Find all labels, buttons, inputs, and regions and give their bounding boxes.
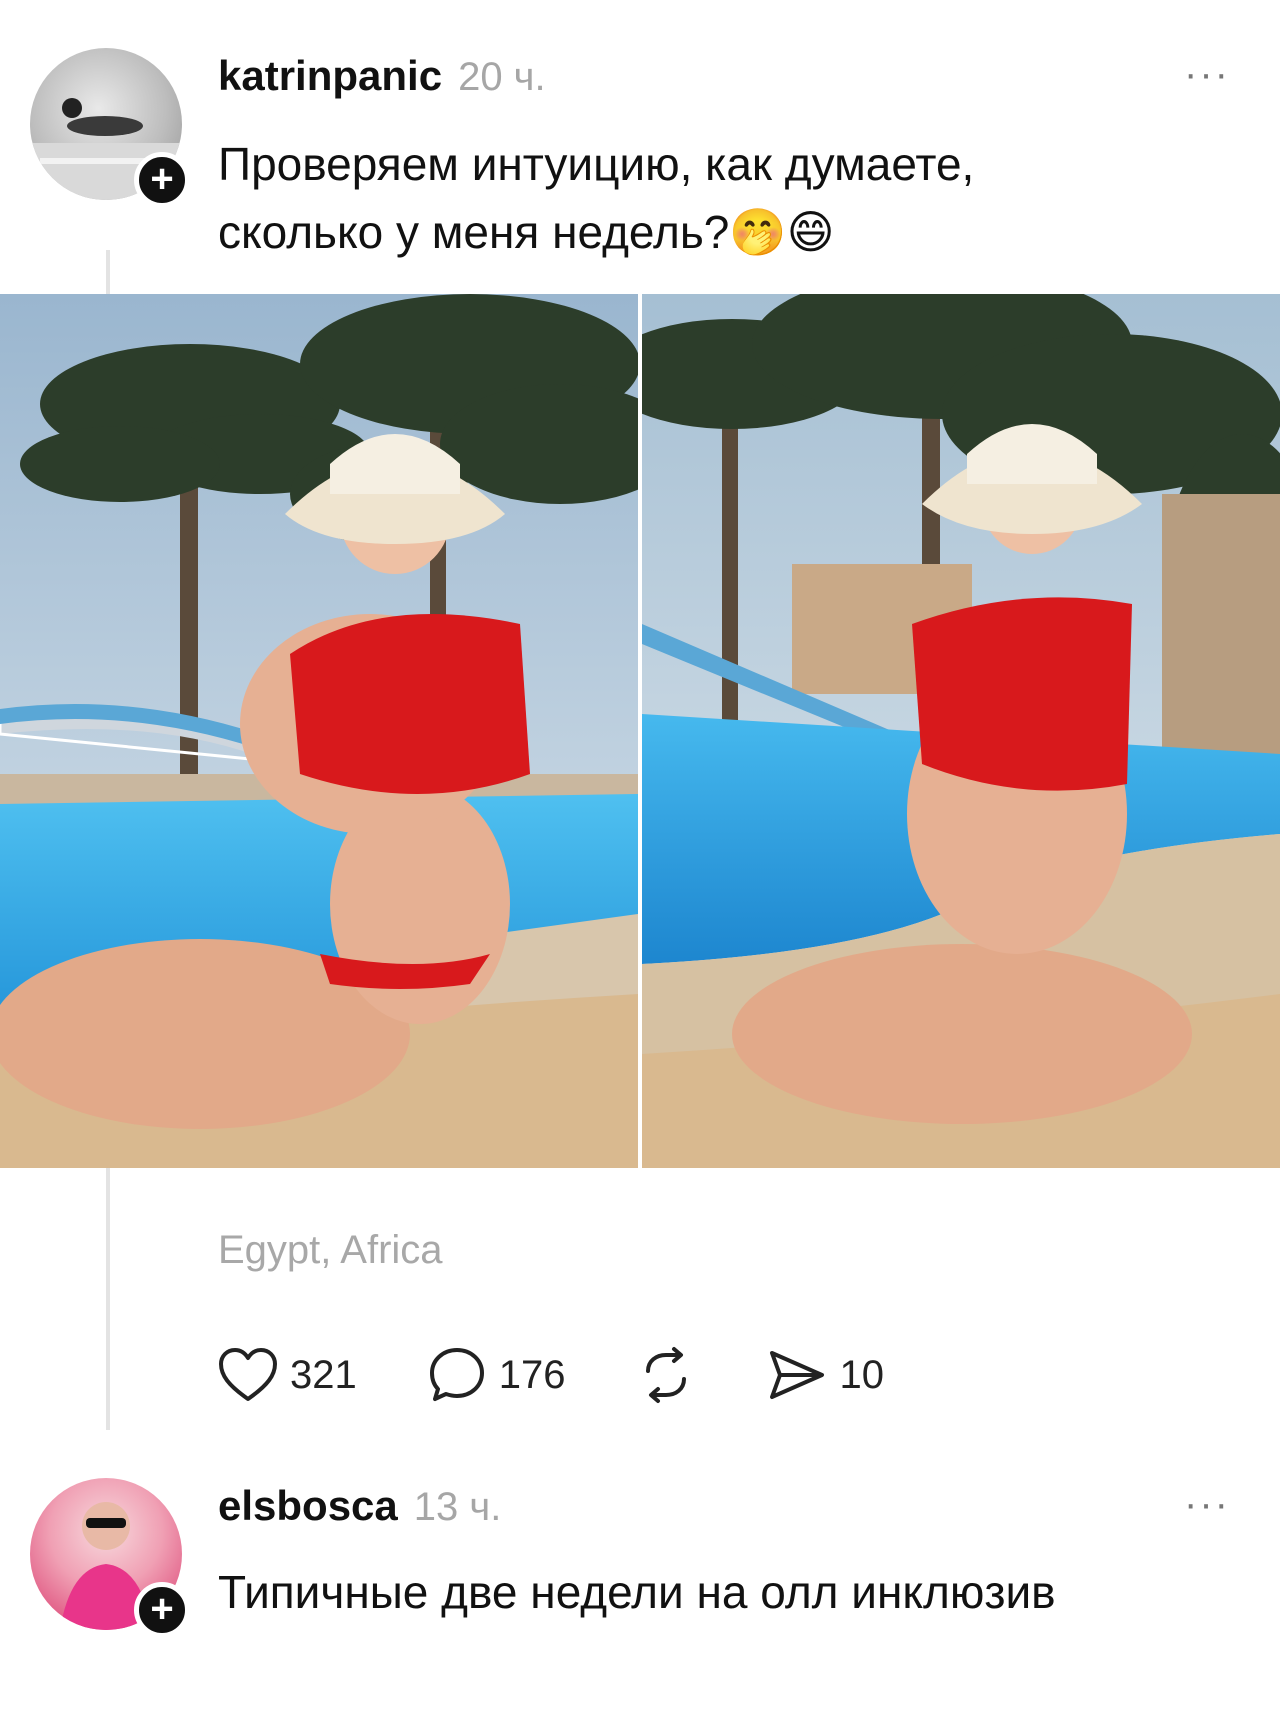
- comment-button[interactable]: 176: [427, 1345, 566, 1405]
- heart-icon: [219, 1348, 277, 1401]
- photo-1[interactable]: [0, 294, 638, 1168]
- post-avatar-wrap[interactable]: +: [30, 48, 190, 208]
- comment-icon: [429, 1348, 484, 1401]
- post-text: Проверяем интуицию, как думаете, сколько…: [218, 130, 974, 266]
- like-count: 321: [290, 1352, 357, 1397]
- post-text-line-2: сколько у меня недель?🤭😄: [218, 198, 974, 266]
- post-text-line-2-text: сколько у меня недель?: [218, 206, 730, 258]
- pool-photo-2: [642, 294, 1280, 1168]
- reply-header: elsbosca 13 ч.: [218, 1482, 501, 1530]
- reply-avatar-wrap[interactable]: +: [30, 1478, 190, 1638]
- photo-2[interactable]: [642, 294, 1280, 1168]
- comment-count: 176: [498, 1352, 566, 1397]
- send-icon: [769, 1351, 824, 1399]
- post-text-line-1: Проверяем интуицию, как думаете,: [218, 138, 975, 190]
- reply-text: Типичные две недели на олл инклюзив: [218, 1566, 1056, 1618]
- photo-gallery[interactable]: [0, 294, 1280, 1168]
- repost-icon: [645, 1347, 686, 1403]
- username[interactable]: katrinpanic: [218, 52, 442, 100]
- action-bar: 321 176 10: [218, 1345, 954, 1405]
- repost-button[interactable]: [636, 1345, 696, 1405]
- like-button[interactable]: 321: [218, 1347, 357, 1403]
- follow-button[interactable]: +: [134, 152, 190, 208]
- follow-button[interactable]: +: [134, 1582, 190, 1638]
- username[interactable]: elsbosca: [218, 1482, 398, 1530]
- share-count: 10: [839, 1352, 885, 1397]
- share-button[interactable]: 10: [766, 1347, 885, 1403]
- pool-photo-1: [0, 294, 638, 1168]
- more-options-button[interactable]: ···: [1184, 1482, 1230, 1527]
- timestamp: 20 ч.: [458, 55, 546, 99]
- location-label[interactable]: Egypt, Africa: [218, 1228, 443, 1273]
- more-options-button[interactable]: ···: [1184, 52, 1230, 97]
- timestamp: 13 ч.: [413, 1485, 502, 1529]
- post-header: katrinpanic 20 ч.: [218, 52, 546, 100]
- emoji: 🤭😄: [729, 206, 835, 258]
